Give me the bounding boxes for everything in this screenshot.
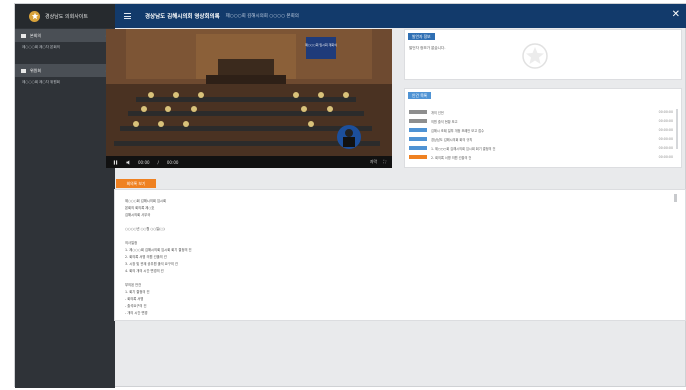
volume-icon[interactable]	[125, 159, 132, 166]
agenda-text: 1. 제○○○회 김해시의회 임시회 회기 결정의 건	[431, 146, 496, 151]
folder-icon	[21, 68, 26, 73]
agenda-time: 00:00:00	[658, 137, 673, 141]
document-line: 1. 제○○○회 김해시의회 임시회 회기 결정의 건	[125, 248, 192, 252]
sidebar-group-label: 본회의	[30, 32, 42, 38]
fullscreen-icon[interactable]: ⛶	[383, 159, 386, 165]
page-title: 경상남도 김해시의회 영상회의록	[145, 14, 220, 20]
video-frame: 제○○○회 임시회 개회식	[106, 29, 392, 156]
agenda-row[interactable]: 경상남도 김해시의회 회의 규칙 00:00:00	[409, 136, 673, 142]
agenda-text: 의원 출석 현황 보고	[431, 119, 458, 124]
page-subtitle: 제○○○회 김해시의회 ○○○○ 본회의	[225, 14, 299, 19]
document-line: - 출석요구의 건	[125, 304, 147, 308]
sidebar-item-plenary-session[interactable]: 제○○○회 제○차 본회의	[15, 42, 115, 53]
minutes-tab[interactable]: 회의록 보기	[116, 179, 156, 188]
speaker-badge: 발언자 정보	[408, 33, 435, 40]
site-title[interactable]: 경상남도 의회사이트	[45, 13, 88, 20]
document-line: 부의된 안건	[125, 283, 142, 287]
close-icon[interactable]: ✕	[672, 9, 680, 21]
agenda-time: 00:00:00	[658, 110, 673, 114]
agenda-tag	[409, 118, 427, 124]
time-total: 00:00	[166, 159, 179, 165]
document-line: - 개의 시간 변경	[125, 311, 148, 315]
document-line: 의사일정	[125, 241, 138, 245]
time-current: 00:00	[138, 159, 150, 165]
caption-toggle-button[interactable]: 자막	[370, 159, 377, 165]
agenda-badge: 안건 목록	[408, 92, 432, 99]
document-line: 4. 회의 개의 시간 변경의 건	[125, 269, 164, 273]
document-line: ○○○○년 ○○월 ○○일(○)	[125, 227, 165, 231]
sidebar-header: 경상남도 의회사이트	[15, 4, 115, 28]
agenda-row[interactable]: 의원 출석 현황 보고 00:00:00	[409, 118, 673, 124]
top-bar: 경상남도 김해시의회 영상회의록 제○○○회 김해시의회 ○○○○ 본회의 ✕	[115, 4, 686, 28]
agenda-time: 00:00:00	[658, 146, 673, 150]
sidebar: 경상남도 의회사이트 본회의 ⌄ 제○○○회 제○차 본회의 위원회 ⌄ 제○○…	[15, 4, 115, 388]
agenda-tag	[409, 109, 427, 115]
menu-icon[interactable]	[124, 13, 131, 19]
screen-caption: 제○○○회 임시회 개회식	[305, 42, 337, 47]
agenda-time: 00:00:00	[658, 119, 673, 123]
agenda-text: 개의 선언	[431, 110, 444, 115]
agenda-panel: 안건 목록 개의 선언 00:00:00 의원 출석 현황 보고 00:00:00 김해…	[404, 88, 682, 168]
sidebar-group-label: 위원회	[30, 67, 42, 73]
sidebar-item-committee-session[interactable]: 제○○○회 제○차 위원회	[15, 77, 115, 88]
document-line: 본회의 회의록 제○호	[125, 206, 155, 210]
council-emblem-icon	[522, 43, 548, 69]
time-separator: /	[157, 159, 159, 165]
council-logo-icon	[29, 10, 40, 22]
video-controls: 00:00 / 00:00 자막 ⛶	[106, 156, 392, 168]
sidebar-group-committee[interactable]: 위원회 ⌄	[15, 64, 115, 77]
document-line: 2. 회의록 서명 의원 선출의 건	[125, 255, 167, 259]
sidebar-group-plenary[interactable]: 본회의 ⌄	[15, 29, 115, 42]
agenda-tag	[409, 145, 427, 151]
pause-icon[interactable]	[112, 159, 119, 166]
document-line: 1. 회기 결정의 건	[125, 290, 150, 294]
agenda-tag	[409, 136, 427, 142]
document-scrollbar[interactable]	[674, 194, 677, 202]
agenda-row[interactable]: 개의 선언 00:00:00	[409, 109, 673, 115]
video-player[interactable]: 제○○○회 임시회 개회식 00:00 / 00:00 자막 ⛶	[106, 29, 392, 168]
document-line: 3. 시장 및 관계 공무원 출석 요구의 건	[125, 262, 178, 266]
agenda-scrollbar[interactable]	[676, 109, 678, 149]
agenda-row[interactable]: 김해시 조례 일부 개정 조례안 보고 접수 00:00:00	[409, 127, 673, 133]
folder-icon	[21, 33, 26, 38]
speaker-panel: 발언자 정보 발언자 정보가 없습니다.	[404, 29, 682, 80]
agenda-text: 경상남도 김해시의회 회의 규칙	[431, 137, 473, 142]
agenda-tag	[409, 154, 427, 160]
document-line: - 회의록 서명	[125, 297, 144, 301]
speaker-text: 발언자 정보가 없습니다.	[409, 46, 446, 50]
agenda-tag	[409, 127, 427, 133]
agenda-row[interactable]: 2. 회의록 서명 의원 선출의 건 00:00:00	[409, 154, 673, 160]
minutes-document: 제○○○회 김해시의회 임시회본회의 회의록 제○호김해시의회 사무국 ○○○○년…	[114, 189, 686, 321]
agenda-time: 00:00:00	[658, 128, 673, 132]
document-line: 제○○○회 김해시의회 임시회	[125, 199, 167, 203]
agenda-text: 김해시 조례 일부 개정 조례안 보고 접수	[431, 128, 484, 133]
agenda-row[interactable]: 1. 제○○○회 김해시의회 임시회 회기 결정의 건 00:00:00	[409, 145, 673, 151]
document-line: 김해시의회 사무국	[125, 213, 151, 217]
agenda-text: 2. 회의록 서명 의원 선출의 건	[431, 155, 472, 160]
agenda-time: 00:00:00	[658, 155, 673, 159]
